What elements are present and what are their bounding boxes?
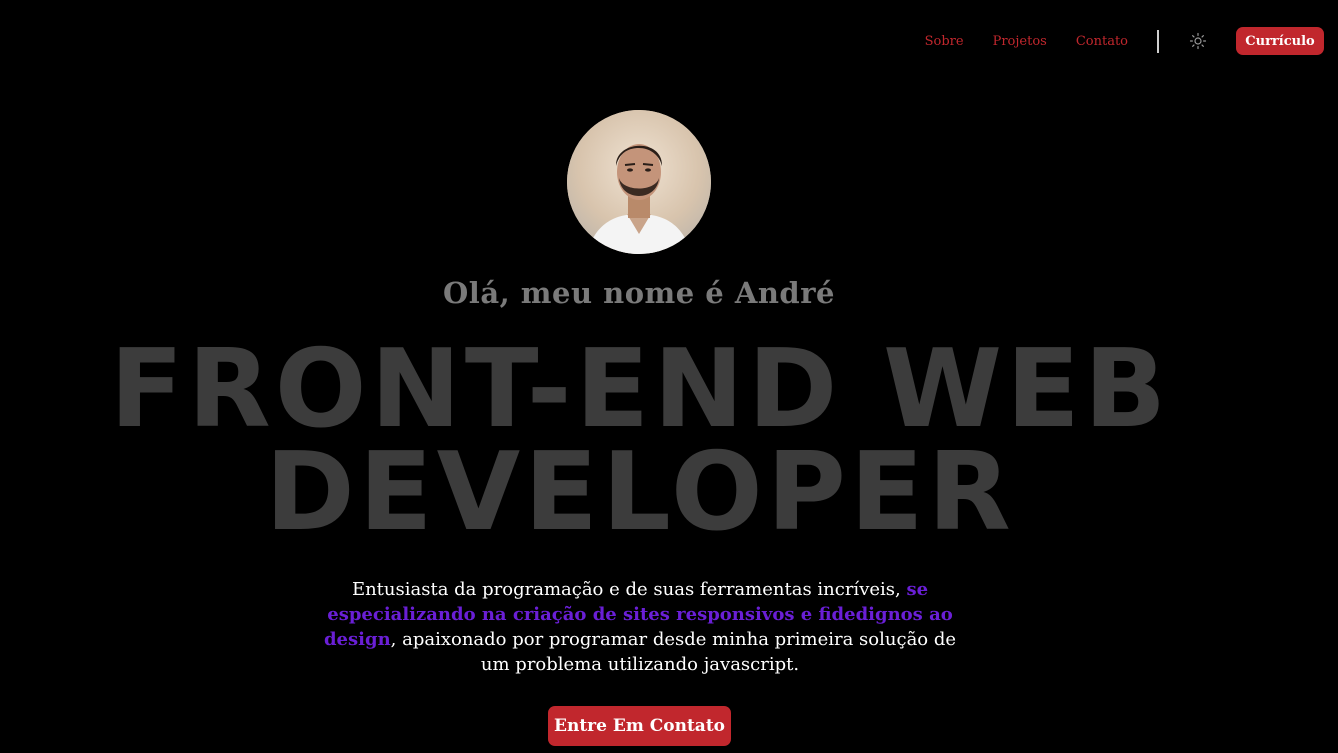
headline-line-2: DEVELOPER xyxy=(265,430,1015,555)
greeting-heading: Olá, meu nome é André xyxy=(443,276,835,310)
theme-toggle-button[interactable] xyxy=(1187,30,1209,52)
contact-button[interactable]: Entre Em Contato xyxy=(548,706,731,746)
headline-line-1: FRONT-END WEB xyxy=(109,327,1171,452)
top-navigation: Sobre Projetos Contato Currículo xyxy=(925,27,1324,55)
nav-link-sobre[interactable]: Sobre xyxy=(925,34,964,49)
description-text-2: , apaixonado por programar desde minha p… xyxy=(390,629,957,675)
profile-avatar xyxy=(567,110,711,254)
nav-link-contato[interactable]: Contato xyxy=(1076,34,1128,49)
role-headline: FRONT-END WEB DEVELOPER xyxy=(0,327,1280,555)
nav-divider xyxy=(1157,29,1159,53)
sun-icon xyxy=(1189,32,1207,50)
description-text-1: Entusiasta da programação e de suas ferr… xyxy=(351,579,907,600)
profile-photo xyxy=(567,110,711,254)
curriculo-button[interactable]: Currículo xyxy=(1236,27,1324,55)
nav-link-projetos[interactable]: Projetos xyxy=(993,34,1047,49)
intro-description: Entusiasta da programação e de suas ferr… xyxy=(319,577,961,677)
